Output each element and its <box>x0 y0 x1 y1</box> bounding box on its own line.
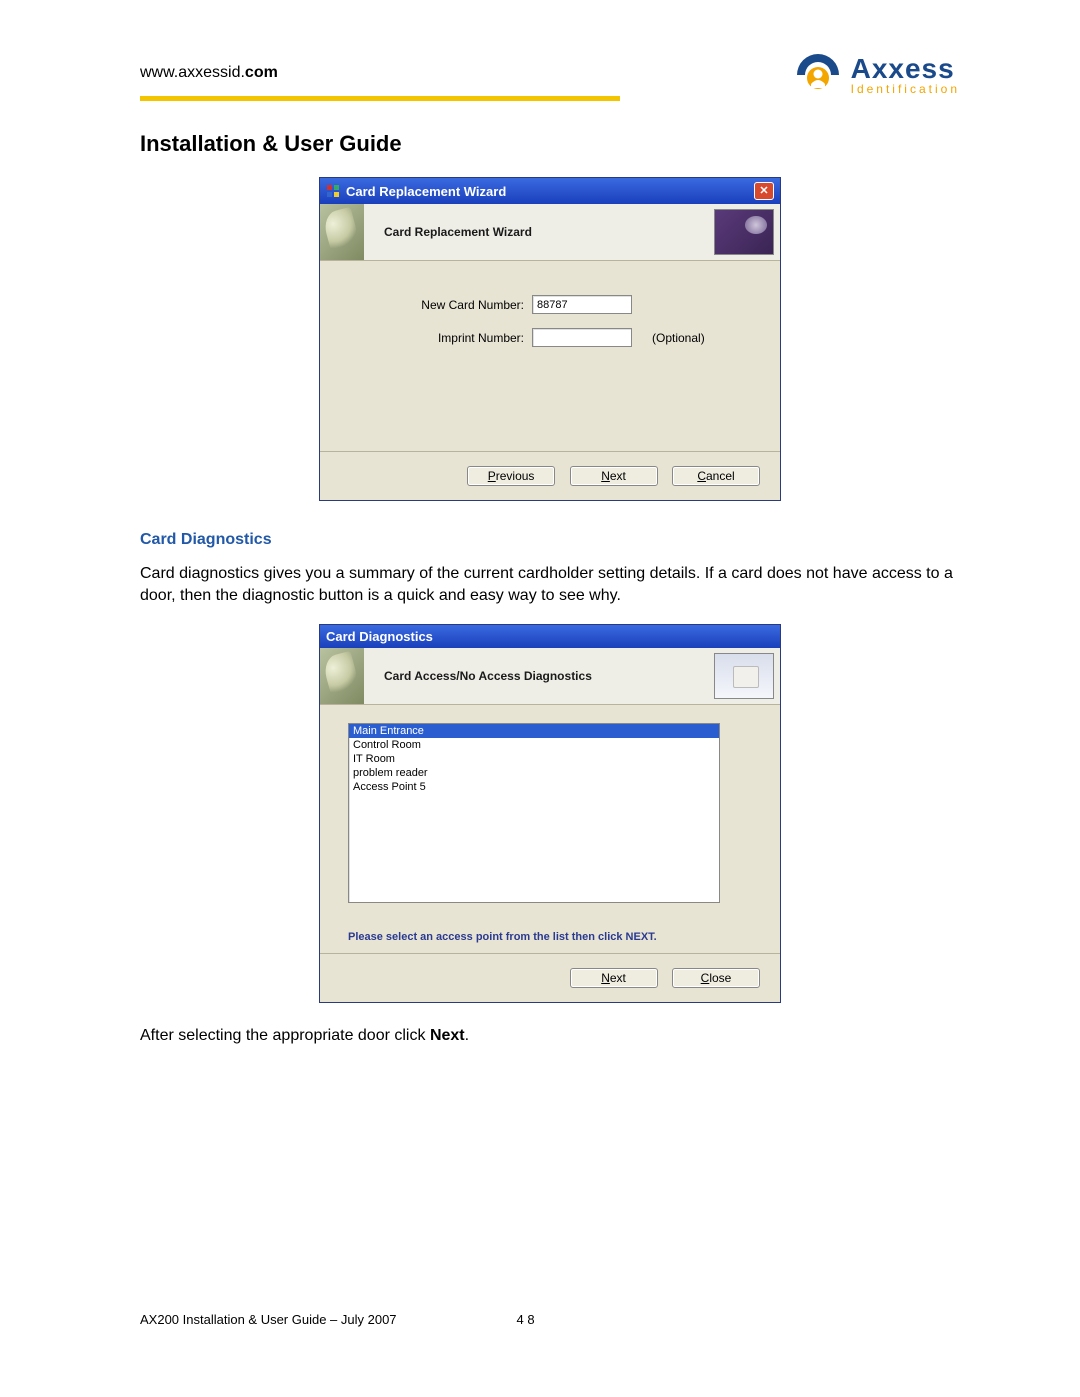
header-image-reader <box>714 653 774 699</box>
list-item[interactable]: problem reader <box>349 766 719 780</box>
imprint-row: Imprint Number: (Optional) <box>344 328 756 347</box>
section-paragraph: Card diagnostics gives you a summary of … <box>140 563 960 606</box>
cancel-button[interactable]: Cancel <box>672 466 760 486</box>
header-image-keyfob <box>714 209 774 255</box>
list-item[interactable]: Access Point 5 <box>349 780 719 794</box>
logo-icon <box>793 50 843 100</box>
header-left: www.axxessid.com <box>140 50 620 101</box>
url-prefix: www.axxessid. <box>140 64 245 81</box>
page-footer: AX200 Installation & User Guide – July 2… <box>140 1312 535 1327</box>
leaf-graphic <box>320 648 364 704</box>
dialog2-header-text: Card Access/No Access Diagnostics <box>384 669 592 683</box>
close-button[interactable]: Close <box>672 968 760 988</box>
closing-prefix: After selecting the appropriate door cli… <box>140 1027 430 1044</box>
brand-logo: Axxess Identification <box>793 50 960 100</box>
imprint-label: Imprint Number: <box>344 331 532 345</box>
footer-page: 4 8 <box>517 1312 535 1327</box>
dialog1-body: New Card Number: Imprint Number: (Option… <box>320 261 780 451</box>
new-card-row: New Card Number: <box>344 295 756 314</box>
dialog1-header-strip: Card Replacement Wizard <box>320 204 780 261</box>
next-button[interactable]: Next <box>570 466 658 486</box>
new-card-input[interactable] <box>532 295 632 314</box>
header-rule <box>140 96 620 101</box>
dialog1-button-row: Previous Next Cancel <box>320 451 780 500</box>
logo-text: Axxess Identification <box>851 55 960 95</box>
closing-suffix: . <box>465 1027 469 1044</box>
imprint-input[interactable] <box>532 328 632 347</box>
instruction-text: Please select an access point from the l… <box>348 931 752 943</box>
dialog1-titlebar[interactable]: Card Replacement Wizard ✕ <box>320 178 780 204</box>
footer-left: AX200 Installation & User Guide – July 2… <box>140 1312 397 1327</box>
brand-subtitle: Identification <box>851 83 960 95</box>
dialog2-button-row: Next Close <box>320 953 780 1002</box>
card-replacement-wizard-dialog: Card Replacement Wizard ✕ Card Replaceme… <box>319 177 781 501</box>
next-button[interactable]: Next <box>570 968 658 988</box>
dialog1-header-text: Card Replacement Wizard <box>384 225 532 239</box>
closing-paragraph: After selecting the appropriate door cli… <box>140 1025 960 1047</box>
close-button[interactable]: ✕ <box>754 182 774 200</box>
new-card-label: New Card Number: <box>344 298 532 312</box>
list-item[interactable]: Main Entrance <box>349 724 719 738</box>
optional-label: (Optional) <box>652 331 705 345</box>
dialog2-header-strip: Card Access/No Access Diagnostics <box>320 648 780 705</box>
app-icon <box>326 184 340 198</box>
previous-button[interactable]: Previous <box>467 466 555 486</box>
page-header: www.axxessid.com Axxess Identification <box>140 50 960 101</box>
page-title: Installation & User Guide <box>140 131 960 157</box>
dialog2-titlebar[interactable]: Card Diagnostics <box>320 625 780 648</box>
dialog2-body: Main EntranceControl RoomIT Roomproblem … <box>320 705 780 953</box>
dialog1-title: Card Replacement Wizard <box>346 184 506 199</box>
list-item[interactable]: Control Room <box>349 738 719 752</box>
dialog2-title: Card Diagnostics <box>326 629 433 644</box>
closing-bold: Next <box>430 1027 465 1044</box>
list-item[interactable]: IT Room <box>349 752 719 766</box>
section-title: Card Diagnostics <box>140 531 960 549</box>
leaf-graphic <box>320 204 364 260</box>
url-bold: com <box>245 64 278 81</box>
card-diagnostics-dialog: Card Diagnostics Card Access/No Access D… <box>319 624 781 1003</box>
access-point-listbox[interactable]: Main EntranceControl RoomIT Roomproblem … <box>348 723 720 903</box>
brand-name: Axxess <box>851 55 960 83</box>
site-url: www.axxessid.com <box>140 50 620 82</box>
